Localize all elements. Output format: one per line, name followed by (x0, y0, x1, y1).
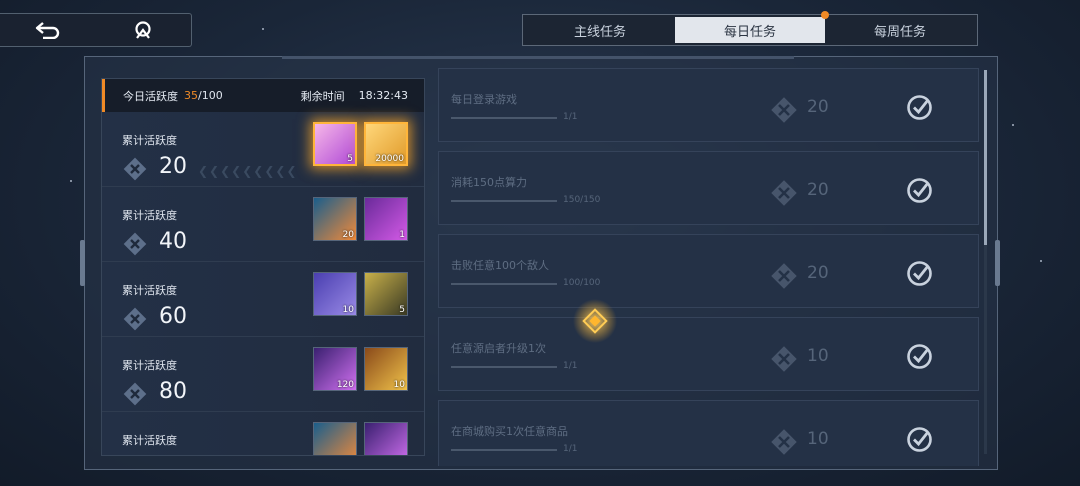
daily-task-list: 每日登录游戏 1/1 20 消耗150点算力 150/150 20 击败任意100个敌人 10… (438, 68, 980, 466)
completed-check-icon (907, 344, 932, 369)
back-arrow-icon[interactable] (31, 17, 65, 43)
reward-blade-item[interactable] (313, 422, 357, 455)
task-points: 10 (807, 346, 829, 366)
task-name: 消耗150点算力 (451, 176, 527, 189)
tab-label: 主线任务 (573, 24, 626, 40)
task-progress-text: 1/1 (563, 112, 578, 122)
star-decoration (70, 180, 72, 182)
remaining-time-value: 18:32:43 (358, 89, 408, 102)
completed-check-icon (907, 178, 932, 203)
remaining-time-label: 剩余时间 (300, 89, 345, 103)
reward-rod-item[interactable] (364, 422, 408, 455)
task-points: 10 (807, 429, 829, 449)
task-name: 每日登录游戏 (451, 93, 517, 106)
milestone-label: 累计活跃度 (122, 134, 177, 147)
left-side-handle (80, 240, 85, 286)
completed-check-icon (907, 427, 932, 452)
task-progress-bar (451, 200, 557, 202)
completed-check-icon (907, 261, 932, 286)
top-nav-bar (0, 13, 192, 47)
milestone-label: 累计活跃度 (122, 434, 177, 447)
task-progress-text: 150/150 (563, 195, 601, 205)
activity-point-icon (123, 157, 147, 181)
task-row: 击败任意100个敌人 100/100 20 (438, 234, 979, 308)
task-points: 20 (807, 263, 829, 283)
tab-daily-quests[interactable]: 每日任务 (675, 11, 829, 43)
task-points: 20 (807, 97, 829, 117)
star-decoration (262, 28, 264, 30)
task-tabs: 主线任务 每日任务 每周任务 (522, 11, 978, 46)
task-progress-text: 1/1 (563, 361, 578, 371)
reward-count: 5 (399, 305, 405, 315)
progress-chevrons: ❮❮❮❮❮❮❮❮❮ (198, 164, 298, 178)
reward-core-item[interactable]: 10 (364, 347, 408, 391)
reward-chip-item[interactable]: 5 (364, 272, 408, 316)
tab-label: 每日任务 (723, 24, 776, 40)
reward-count: 10 (393, 380, 405, 390)
milestone-value: 20 (159, 154, 187, 179)
activity-point-icon (771, 180, 797, 206)
task-progress-text: 100/100 (563, 278, 601, 288)
star-decoration (1012, 124, 1014, 126)
milestone-row: 累计活跃度 80 120 10 (102, 337, 424, 412)
milestone-value: 80 (159, 379, 187, 404)
milestone-label: 累计活跃度 (122, 359, 177, 372)
milestone-value: 40 (159, 229, 187, 254)
completed-check-icon (907, 95, 932, 120)
task-row: 任意源启者升级1次 1/1 10 (438, 317, 979, 391)
hub-icon[interactable] (126, 17, 160, 43)
activity-point-icon (771, 346, 797, 372)
tab-main-quests[interactable]: 主线任务 (525, 17, 675, 43)
milestone-row: 累计活跃度 (102, 412, 424, 455)
tab-label: 每周任务 (873, 24, 926, 40)
reward-crystal-star-item[interactable]: 20 (313, 197, 357, 241)
frame-top-divider (282, 56, 794, 59)
activity-header: 今日活跃度 35 /100 剩余时间 18:32:43 (102, 79, 424, 112)
scrollbar-thumb[interactable] (984, 70, 987, 245)
activity-point-icon (123, 232, 147, 256)
reward-orb-item[interactable]: 120 (313, 347, 357, 391)
reward-chest-item[interactable]: 1 (364, 197, 408, 241)
activity-point-icon (123, 382, 147, 406)
activity-label: 今日活跃度 (123, 89, 178, 103)
reward-count: 120 (336, 380, 354, 390)
sparkle-effect-icon (573, 299, 617, 343)
task-progress-bar (451, 117, 557, 119)
activity-point-icon (123, 307, 147, 331)
activity-point-icon (771, 429, 797, 455)
reward-count: 20 (342, 230, 354, 240)
milestone-label: 累计活跃度 (122, 284, 177, 297)
milestone-row: 累计活跃度 40 20 1 (102, 187, 424, 262)
reward-count: 20000 (375, 154, 404, 164)
activity-point-icon (771, 263, 797, 289)
right-side-handle (995, 240, 1000, 286)
reward-count: 5 (347, 154, 353, 164)
milestone-row: 累计活跃度 60 10 5 (102, 262, 424, 337)
tab-weekly-quests[interactable]: 每周任务 (825, 17, 975, 43)
task-name: 击败任意100个敌人 (451, 259, 549, 272)
task-name: 在商城购买1次任意商品 (451, 425, 568, 438)
task-name: 任意源启者升级1次 (451, 342, 546, 355)
activity-point-icon (771, 97, 797, 123)
milestone-row: 累计活跃度 20 ❮❮❮❮❮❮❮❮❮ 5 20000 (102, 112, 424, 187)
reward-ticket-item[interactable]: 5 (313, 122, 357, 166)
task-progress-bar (451, 449, 557, 451)
task-progress-bar (451, 283, 557, 285)
task-points: 20 (807, 180, 829, 200)
reward-crystal-shard-item[interactable]: 10 (313, 272, 357, 316)
milestone-value: 60 (159, 304, 187, 329)
task-progress-text: 1/1 (563, 444, 578, 454)
reward-coin-card-item[interactable]: 20000 (364, 122, 408, 166)
activity-max: /100 (198, 89, 223, 102)
task-row: 在商城购买1次任意商品 1/1 10 (438, 400, 979, 466)
task-row: 消耗150点算力 150/150 20 (438, 151, 979, 225)
reward-count: 10 (342, 305, 354, 315)
task-progress-bar (451, 366, 557, 368)
star-decoration (1040, 260, 1042, 262)
reward-count: 1 (399, 230, 405, 240)
milestone-label: 累计活跃度 (122, 209, 177, 222)
activity-rewards-panel: 今日活跃度 35 /100 剩余时间 18:32:43 累计活跃度 20 ❮❮❮… (101, 78, 425, 456)
task-row: 每日登录游戏 1/1 20 (438, 68, 979, 142)
activity-current: 35 (184, 89, 198, 102)
